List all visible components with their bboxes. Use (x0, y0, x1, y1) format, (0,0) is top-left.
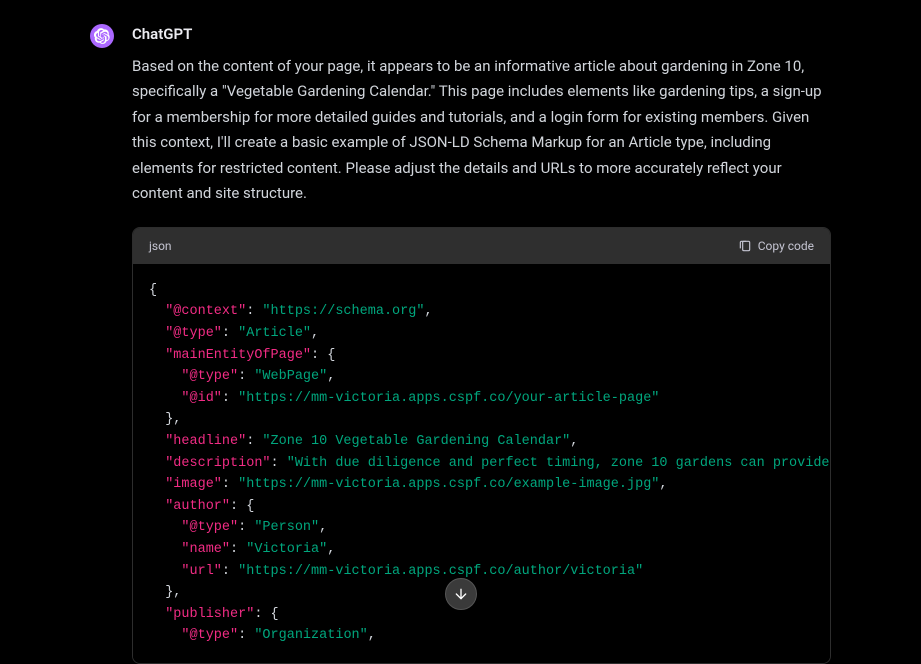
scroll-to-bottom-button[interactable] (445, 578, 477, 610)
message-content: ChatGPT Based on the content of your pag… (132, 22, 831, 664)
sender-name: ChatGPT (132, 22, 831, 48)
assistant-message: ChatGPT Based on the content of your pag… (0, 0, 921, 664)
code-language-label: json (149, 236, 172, 256)
clipboard-icon (738, 239, 752, 253)
arrow-down-icon (453, 586, 469, 602)
code-header: json Copy code (133, 228, 830, 264)
code-block: json Copy code { "@context": "https://sc… (132, 227, 831, 664)
copy-code-button[interactable]: Copy code (738, 236, 814, 256)
code-content: { "@context": "https://schema.org", "@ty… (149, 280, 814, 647)
copy-code-label: Copy code (758, 236, 814, 256)
code-body[interactable]: { "@context": "https://schema.org", "@ty… (133, 264, 830, 663)
openai-logo-icon (94, 28, 110, 44)
message-body: Based on the content of your page, it ap… (132, 54, 831, 207)
assistant-avatar (90, 24, 114, 48)
